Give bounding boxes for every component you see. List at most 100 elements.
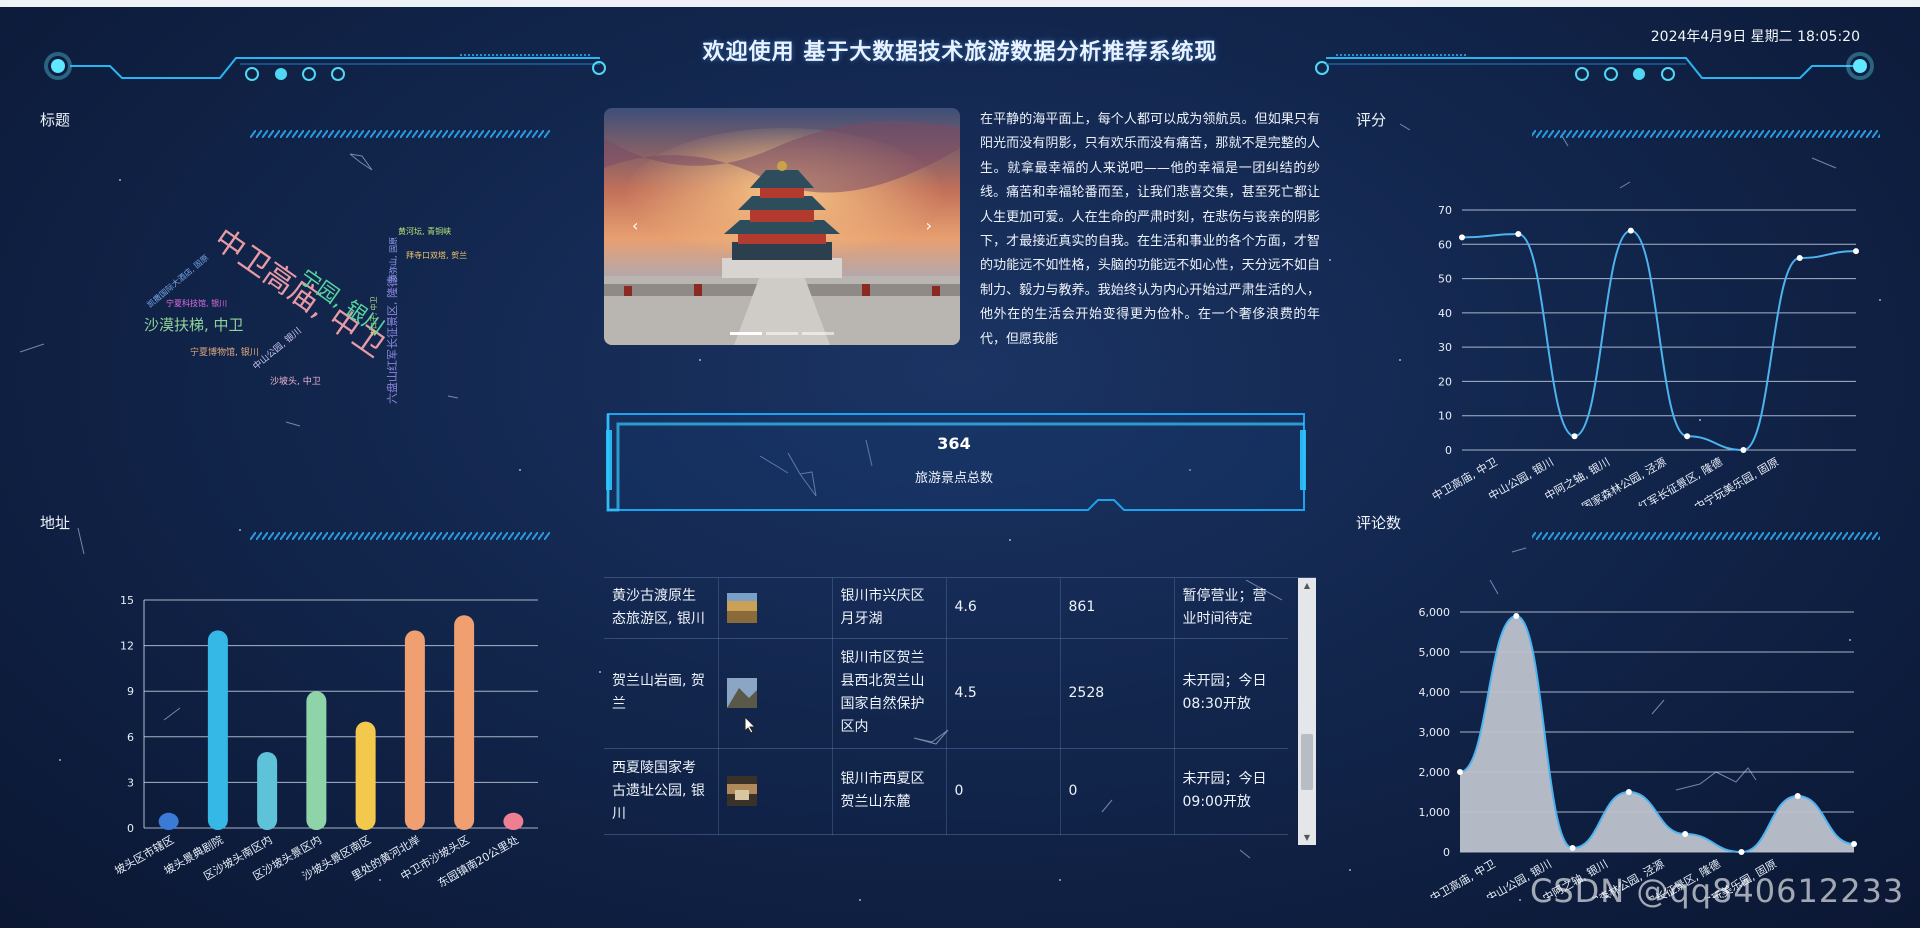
comments-y-tick-label: 1,000 bbox=[1419, 806, 1451, 819]
comments-point bbox=[1625, 789, 1632, 795]
comments-point bbox=[1794, 793, 1801, 799]
carousel-slide-image bbox=[604, 108, 960, 345]
cell-thumbnail bbox=[718, 638, 833, 749]
cell-address: 银川市兴庆区月牙湖 bbox=[832, 578, 947, 639]
cell-address: 银川市西夏区贺兰山东麓 bbox=[832, 748, 947, 835]
panel-underline-score bbox=[1532, 130, 1880, 138]
score-y-tick-label: 50 bbox=[1438, 273, 1452, 286]
datetime-display: 2024年4月9日 星期二 18:05:20 bbox=[1650, 29, 1860, 45]
score-y-tick-label: 10 bbox=[1438, 410, 1452, 423]
comments-y-tick-label: 5,000 bbox=[1419, 646, 1451, 659]
score-point bbox=[1740, 447, 1747, 453]
address-bar bbox=[404, 630, 425, 830]
panel-underline-address bbox=[250, 532, 550, 540]
carousel-indicator-2[interactable] bbox=[766, 332, 798, 335]
scroll-up-button[interactable]: ▲ bbox=[1298, 578, 1316, 594]
attraction-total-label: 旅游景点总数 bbox=[914, 471, 993, 486]
carousel-prev-button[interactable]: ‹ bbox=[632, 216, 638, 235]
header-decoration-left bbox=[44, 52, 606, 81]
address-bar bbox=[454, 615, 475, 830]
score-y-tick-label: 30 bbox=[1438, 341, 1452, 354]
score-line-chart: 010203040506070中卫高庙, 中卫中山公园, 银川中阿之轴, 银川国… bbox=[1429, 204, 1859, 506]
score-y-tick-label: 20 bbox=[1438, 375, 1452, 388]
word-6: 沙坡头, 中卫 bbox=[270, 375, 321, 387]
table-row[interactable]: 黄沙古渡原生态旅游区, 银川 银川市兴庆区月牙湖 4.6 861 暂停营业；营业… bbox=[604, 578, 1288, 639]
table-row[interactable]: 西夏陵国家考古遗址公园, 银川 银川市西夏区贺兰山东麓 0 0 未开园；今日09… bbox=[604, 748, 1288, 835]
address-y-tick-label: 6 bbox=[127, 731, 134, 744]
scrollbar-thumb[interactable] bbox=[1301, 734, 1313, 790]
address-bar bbox=[355, 721, 376, 830]
score-point bbox=[1853, 248, 1859, 255]
comments-point bbox=[1851, 841, 1857, 847]
address-bar bbox=[158, 812, 179, 830]
comments-y-tick-label: 6,000 bbox=[1419, 606, 1451, 619]
attraction-table[interactable]: 黄沙古渡原生态旅游区, 银川 银川市兴庆区月牙湖 4.6 861 暂停营业；营业… bbox=[604, 577, 1316, 845]
score-point bbox=[1627, 227, 1634, 234]
comments-point bbox=[1457, 769, 1463, 775]
word-cloud: 中卫高庙, 中卫 宁园, 银川 沙漠扶梯, 中卫 六盘山红军长征景区, 隆德 宁… bbox=[144, 222, 467, 404]
stat-box-frame bbox=[606, 413, 1306, 512]
comments-y-tick-label: 4,000 bbox=[1419, 686, 1451, 699]
word-12: 须弥山, 固原 bbox=[388, 237, 398, 282]
page-title: 欢迎使用 基于大数据技术旅游数据分析推荐系统现 bbox=[702, 40, 1218, 65]
address-bar bbox=[207, 630, 228, 830]
carousel-indicators bbox=[730, 332, 834, 335]
cell-comments: 861 bbox=[1060, 578, 1175, 639]
table-row[interactable]: 贺兰山岩画, 贺兰 银川市区贺兰县西北贺兰山国家自然保护区内 4.5 2528 … bbox=[604, 638, 1288, 749]
panel-title-wordcloud: 标题 bbox=[40, 111, 71, 129]
watermark-text: CSDN @qq840612233 bbox=[1530, 872, 1905, 910]
address-bar-chart: 03691215坡头区市辖区坡头景典剧院区沙坡头南区内区沙坡头景区内沙坡头景区南… bbox=[112, 594, 538, 888]
comments-y-tick-label: 3,000 bbox=[1419, 726, 1451, 739]
address-bar bbox=[257, 752, 278, 830]
image-carousel[interactable]: ‹ › bbox=[604, 108, 960, 345]
word-3: 六盘山红军长征景区, 隆德 bbox=[385, 276, 399, 404]
intro-paragraph: 在平静的海平面上，每个人都可以成为领航员。但如果只有阳光而没有阴影，只有欢乐而没… bbox=[980, 112, 1320, 346]
score-y-tick-label: 0 bbox=[1445, 444, 1452, 457]
word-0: 中卫高庙, 中卫 bbox=[207, 222, 390, 365]
score-point bbox=[1684, 433, 1691, 440]
cell-name: 黄沙古渡原生态旅游区, 银川 bbox=[604, 578, 719, 639]
panel-title-comments: 评论数 bbox=[1356, 514, 1402, 532]
address-bar bbox=[503, 812, 524, 830]
address-y-tick-label: 12 bbox=[120, 640, 134, 653]
comments-y-tick-label: 2,000 bbox=[1419, 766, 1451, 779]
comments-y-tick-label: 0 bbox=[1443, 846, 1450, 859]
score-y-tick-label: 60 bbox=[1438, 238, 1452, 251]
carousel-next-button[interactable]: › bbox=[926, 216, 932, 235]
cell-comments: 0 bbox=[1060, 748, 1175, 835]
cell-thumbnail bbox=[718, 578, 833, 639]
comments-point bbox=[1513, 613, 1520, 619]
word-11: 寺口子, 中卫 bbox=[369, 297, 378, 336]
thumbnail-image bbox=[726, 678, 757, 708]
score-point bbox=[1571, 433, 1578, 440]
table-scrollbar[interactable]: ▲ ▼ bbox=[1298, 578, 1316, 845]
address-y-tick-label: 15 bbox=[120, 594, 134, 607]
cell-name: 西夏陵国家考古遗址公园, 银川 bbox=[604, 748, 719, 835]
score-line bbox=[1461, 229, 1857, 452]
word-2: 沙漠扶梯, 中卫 bbox=[144, 316, 244, 334]
comments-area-chart: 01,0002,0003,0004,0005,0006,000中卫高庙, 中卫中… bbox=[1419, 606, 1857, 898]
cell-status: 暂停营业；营业时间待定 bbox=[1174, 578, 1288, 639]
dashboard: 欢迎使用 基于大数据技术旅游数据分析推荐系统现 2024年4月9日 星期二 18… bbox=[0, 0, 1920, 928]
comments-point bbox=[1682, 831, 1689, 837]
score-y-tick-label: 40 bbox=[1438, 307, 1452, 320]
carousel-indicator-1[interactable] bbox=[730, 332, 762, 335]
scroll-down-button[interactable]: ▼ bbox=[1298, 830, 1316, 845]
score-point bbox=[1515, 231, 1522, 237]
cell-score: 4.5 bbox=[946, 638, 1061, 749]
address-y-tick-label: 3 bbox=[127, 776, 134, 789]
cell-comments: 2528 bbox=[1060, 638, 1175, 749]
cell-score: 4.6 bbox=[946, 578, 1061, 639]
panel-title-score: 评分 bbox=[1356, 111, 1387, 129]
address-y-tick-label: 0 bbox=[127, 822, 134, 835]
panel-underline-comments bbox=[1532, 532, 1880, 540]
cell-status: 未开园；今日08:30开放 bbox=[1174, 638, 1288, 749]
comments-point bbox=[1738, 849, 1745, 855]
attraction-table-grid: 黄沙古渡原生态旅游区, 银川 银川市兴庆区月牙湖 4.6 861 暂停营业；营业… bbox=[604, 578, 1288, 835]
comments-area bbox=[1460, 616, 1854, 852]
score-point bbox=[1459, 234, 1465, 241]
carousel-indicator-3[interactable] bbox=[802, 332, 834, 335]
thumbnail-image bbox=[726, 776, 757, 806]
address-y-tick-label: 9 bbox=[127, 685, 134, 698]
mouse-cursor-icon bbox=[744, 716, 756, 734]
